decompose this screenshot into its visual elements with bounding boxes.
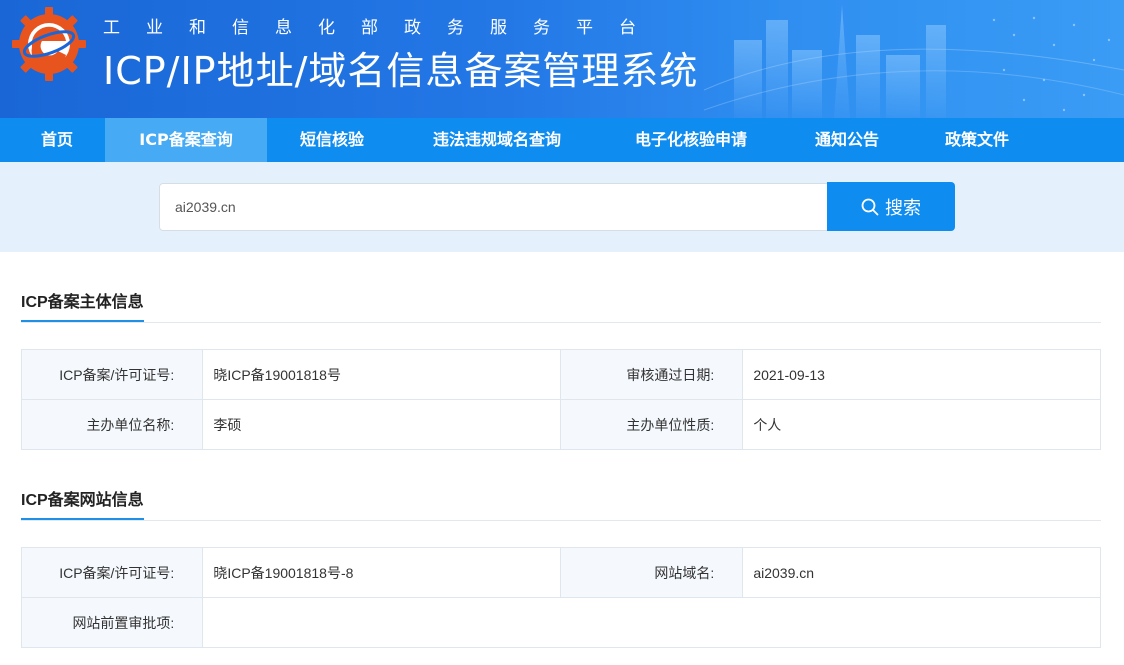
subject-info-table: ICP备案/许可证号: 晓ICP备19001818号 审核通过日期: 2021-… (20, 349, 1101, 450)
main-nav: 首页 ICP备案查询 短信核验 违法违规域名查询 电子化核验申请 通知公告 政策… (0, 118, 1124, 162)
section-divider (21, 520, 1101, 521)
field-label: ICP备案/许可证号: (20, 349, 204, 400)
nav-item-notices[interactable]: 通知公告 (797, 118, 897, 162)
header-banner: 工业和信息化部政务服务平台 ICP/IP地址/域名信息备案管理系统 (0, 0, 1124, 118)
nav-item-e-verify-apply[interactable]: 电子化核验申请 (612, 118, 770, 162)
ministry-logo-icon (12, 7, 86, 81)
field-label: 主办单位性质: (559, 399, 744, 450)
search-button-label: 搜索 (885, 197, 921, 219)
search-area: ai2039.cn 搜索 (0, 162, 1124, 252)
field-label: 主办单位名称: (20, 399, 204, 450)
field-value-website-domain: ai2039.cn (742, 547, 1101, 598)
field-label: 网站前置审批项: (20, 597, 204, 648)
table-row: ICP备案/许可证号: 晓ICP备19001818号-8 网站域名: ai203… (20, 547, 1101, 598)
field-value-pre-approval (202, 597, 1101, 648)
section-title-subject: ICP备案主体信息 (21, 288, 144, 322)
field-value-website-license-no: 晓ICP备19001818号-8 (202, 547, 561, 598)
field-value-organizer-name: 李硕 (202, 399, 561, 450)
field-label: ICP备案/许可证号: (20, 547, 204, 598)
search-input[interactable]: ai2039.cn (159, 183, 828, 231)
table-row: ICP备案/许可证号: 晓ICP备19001818号 审核通过日期: 2021-… (20, 349, 1101, 400)
table-row: 主办单位名称: 李硕 主办单位性质: 个人 (20, 399, 1101, 450)
nav-item-illegal-domain-query[interactable]: 违法违规域名查询 (412, 118, 582, 162)
platform-subtitle: 工业和信息化部政务服务平台 (103, 18, 662, 38)
website-info-table: ICP备案/许可证号: 晓ICP备19001818号-8 网站域名: ai203… (20, 547, 1101, 648)
city-skyline-decoration (704, 5, 1124, 118)
field-value-organizer-type: 个人 (742, 399, 1101, 450)
nav-item-sms-verify[interactable]: 短信核验 (282, 118, 382, 162)
section-divider (21, 322, 1101, 323)
field-label: 网站域名: (559, 547, 744, 598)
field-label: 审核通过日期: (559, 349, 744, 400)
system-title: ICP/IP地址/域名信息备案管理系统 (103, 49, 699, 93)
search-icon (861, 198, 879, 215)
field-value-license-no: 晓ICP备19001818号 (202, 349, 561, 400)
section-title-website: ICP备案网站信息 (21, 486, 144, 520)
table-row: 网站前置审批项: (20, 597, 1101, 648)
nav-item-home[interactable]: 首页 (20, 118, 94, 162)
nav-item-policy-docs[interactable]: 政策文件 (927, 118, 1027, 162)
nav-item-icp-query[interactable]: ICP备案查询 (105, 118, 267, 162)
search-button[interactable]: 搜索 (827, 182, 955, 231)
field-value-approval-date: 2021-09-13 (742, 349, 1101, 400)
